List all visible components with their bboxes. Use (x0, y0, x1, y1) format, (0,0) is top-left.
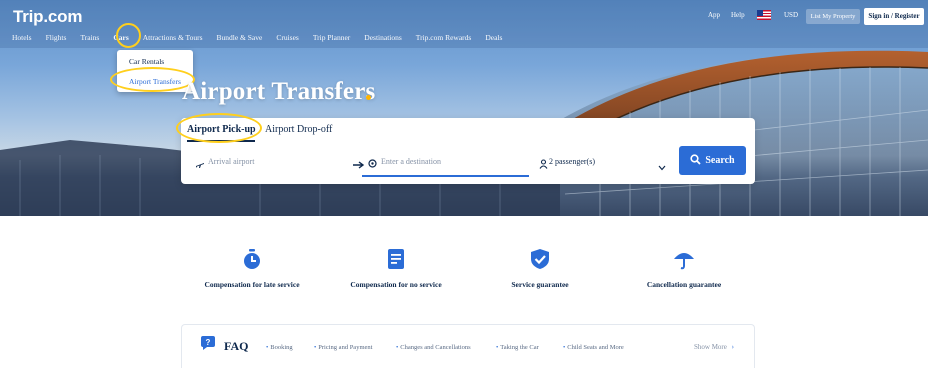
dropdown-airport-transfers[interactable]: Airport Transfers (129, 77, 181, 86)
nav-bundle-save[interactable]: Bundle & Save (217, 33, 263, 42)
destination-focus-underline (362, 175, 529, 177)
faq-link-booking[interactable]: Booking (266, 344, 292, 351)
nav-trains[interactable]: Trains (80, 33, 99, 42)
feature-late-service: Compensation for late service (172, 248, 332, 289)
search-card: Airport Pick-up Airport Drop-off Arrival… (181, 118, 755, 184)
chevron-down-icon[interactable] (658, 158, 666, 176)
us-flag-icon[interactable] (757, 10, 771, 20)
location-pin-icon (368, 156, 377, 174)
umbrella-icon (674, 253, 694, 270)
chevron-right-icon: › (731, 343, 734, 351)
nav-hotels[interactable]: Hotels (12, 33, 32, 42)
tab-airport-dropoff[interactable]: Airport Drop-off (265, 124, 332, 135)
active-tab-indicator (187, 140, 255, 142)
faq-link-taking-car[interactable]: Taking the Car (496, 344, 539, 351)
faq-link-changes-cancellations[interactable]: Changes and Cancellations (396, 344, 470, 351)
search-button-label: Search (705, 155, 735, 166)
feature-label: Cancellation guarantee (646, 280, 722, 289)
faq-link-child-seats[interactable]: Child Seats and More (563, 344, 624, 351)
currency-selector[interactable]: USD (784, 11, 798, 19)
sign-in-register-button[interactable]: Sign in / Register (864, 8, 924, 25)
search-icon (690, 153, 701, 168)
nav-attractions-tours[interactable]: Attractions & Tours (143, 33, 203, 42)
faq-title: FAQ (224, 339, 249, 353)
nav-cruises[interactable]: Cruises (276, 33, 299, 42)
svg-text:?: ? (206, 338, 211, 347)
clock-icon (244, 249, 260, 269)
document-icon (388, 249, 404, 269)
person-icon (539, 156, 548, 174)
nav-destinations[interactable]: Destinations (364, 33, 402, 42)
arrow-right-icon (353, 156, 365, 174)
show-more-link[interactable]: Show More › (694, 343, 734, 351)
feature-cancellation-guarantee: Cancellation guarantee (604, 248, 764, 289)
title-accent-dot (366, 95, 371, 100)
list-property-button[interactable]: List My Property (806, 9, 860, 24)
faq-section: ? FAQ Booking Pricing and Payment Change… (181, 324, 755, 368)
nav-flights[interactable]: Flights (46, 33, 67, 42)
feature-label: Service guarantee (511, 280, 569, 289)
feature-no-service: Compensation for no service (316, 248, 476, 289)
feature-label: Compensation for late service (204, 280, 300, 289)
feature-label: Compensation for no service (350, 280, 442, 289)
faq-link-pricing-payment[interactable]: Pricing and Payment (314, 344, 372, 351)
trip-com-logo[interactable]: Trip.com (13, 7, 82, 27)
show-more-label: Show More (694, 343, 727, 351)
top-navigation: Hotels Flights Trains Cars Attractions &… (12, 33, 516, 42)
arrival-airport-input[interactable]: Arrival airport (208, 157, 254, 166)
destination-input[interactable]: Enter a destination (381, 157, 441, 166)
shield-check-icon (531, 249, 549, 269)
app-link[interactable]: App (708, 11, 720, 19)
faq-chat-icon: ? (201, 336, 215, 350)
feature-service-guarantee: Service guarantee (460, 248, 620, 289)
nav-deals[interactable]: Deals (485, 33, 502, 42)
dropdown-car-rentals[interactable]: Car Rentals (129, 57, 164, 66)
nav-trip-planner[interactable]: Trip Planner (313, 33, 350, 42)
passengers-selector[interactable]: 2 passenger(s) (549, 157, 595, 166)
page-title: Airport Transfers (182, 78, 376, 105)
tab-airport-pickup[interactable]: Airport Pick-up (187, 124, 256, 135)
nav-cars[interactable]: Cars (113, 33, 128, 42)
nav-rewards[interactable]: Trip.com Rewards (416, 33, 472, 42)
help-link[interactable]: Help (731, 11, 745, 19)
plane-landing-icon (195, 156, 205, 174)
search-button[interactable]: Search (679, 146, 746, 175)
